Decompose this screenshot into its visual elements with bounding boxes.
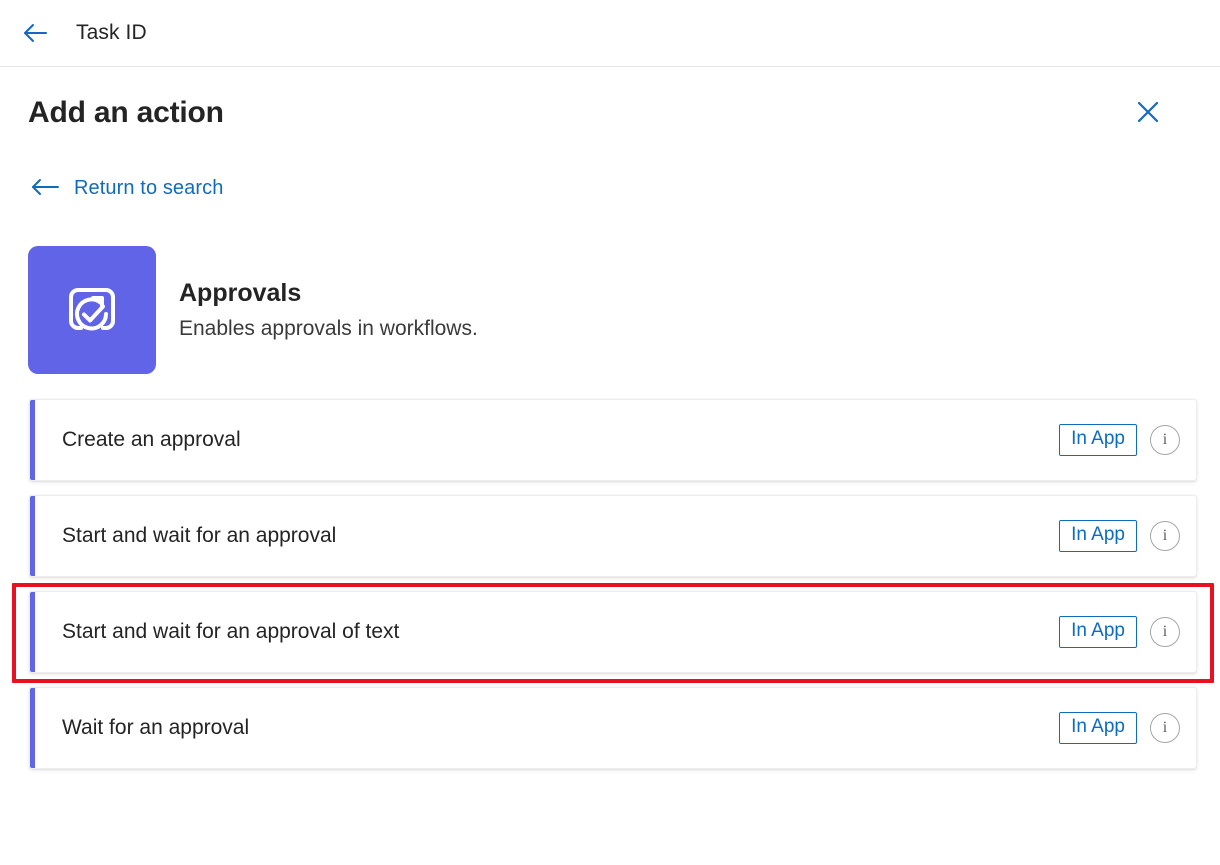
action-label: Start and wait for an approval of text — [62, 620, 400, 643]
action-row[interactable]: Start and wait for an approval In App i — [29, 495, 1197, 577]
in-app-badge: In App — [1059, 616, 1137, 648]
in-app-badge: In App — [1059, 424, 1137, 456]
action-row-meta: In App i — [1059, 520, 1196, 552]
info-icon[interactable]: i — [1150, 713, 1180, 743]
info-icon[interactable]: i — [1150, 425, 1180, 455]
in-app-badge: In App — [1059, 712, 1137, 744]
panel-header: Add an action — [24, 67, 1196, 159]
arrow-left-icon — [19, 18, 49, 48]
arrow-left-icon — [30, 177, 60, 200]
info-icon[interactable]: i — [1150, 617, 1180, 647]
info-icon[interactable]: i — [1150, 521, 1180, 551]
action-accent-bar — [30, 400, 35, 480]
page-title: Task ID — [76, 21, 147, 44]
action-accent-bar — [30, 592, 35, 672]
action-accent-bar — [30, 496, 35, 576]
approvals-icon — [28, 246, 156, 374]
return-to-search-link[interactable]: Return to search — [28, 173, 225, 204]
action-label: Wait for an approval — [62, 716, 250, 739]
action-accent-bar — [30, 688, 35, 768]
action-row-meta: In App i — [1059, 616, 1196, 648]
action-list: Create an approval In App i Start and wait … — [12, 399, 1214, 769]
connector-text: Approvals Enables approvals in workflows… — [179, 278, 478, 343]
action-row-meta: In App i — [1059, 424, 1196, 456]
action-label: Start and wait for an approval — [62, 524, 337, 547]
action-row[interactable]: Create an approval In App i — [29, 399, 1197, 481]
action-row[interactable]: Wait for an approval In App i — [29, 687, 1197, 769]
top-bar: Task ID — [0, 0, 1220, 67]
return-to-search-label: Return to search — [74, 177, 224, 199]
action-row[interactable]: Start and wait for an approval of text In… — [29, 591, 1197, 673]
close-button[interactable] — [1128, 93, 1168, 133]
back-button[interactable] — [12, 11, 56, 55]
add-action-panel: Add an action Return to search Approvals… — [0, 67, 1220, 769]
action-label: Create an approval — [62, 428, 241, 451]
in-app-badge: In App — [1059, 520, 1137, 552]
action-row-meta: In App i — [1059, 712, 1196, 744]
connector-header: Approvals Enables approvals in workflows… — [28, 246, 1196, 374]
close-icon — [1135, 99, 1161, 128]
connector-name: Approvals — [179, 278, 302, 307]
panel-title: Add an action — [28, 96, 224, 129]
connector-description: Enables approvals in workflows. — [179, 317, 478, 340]
